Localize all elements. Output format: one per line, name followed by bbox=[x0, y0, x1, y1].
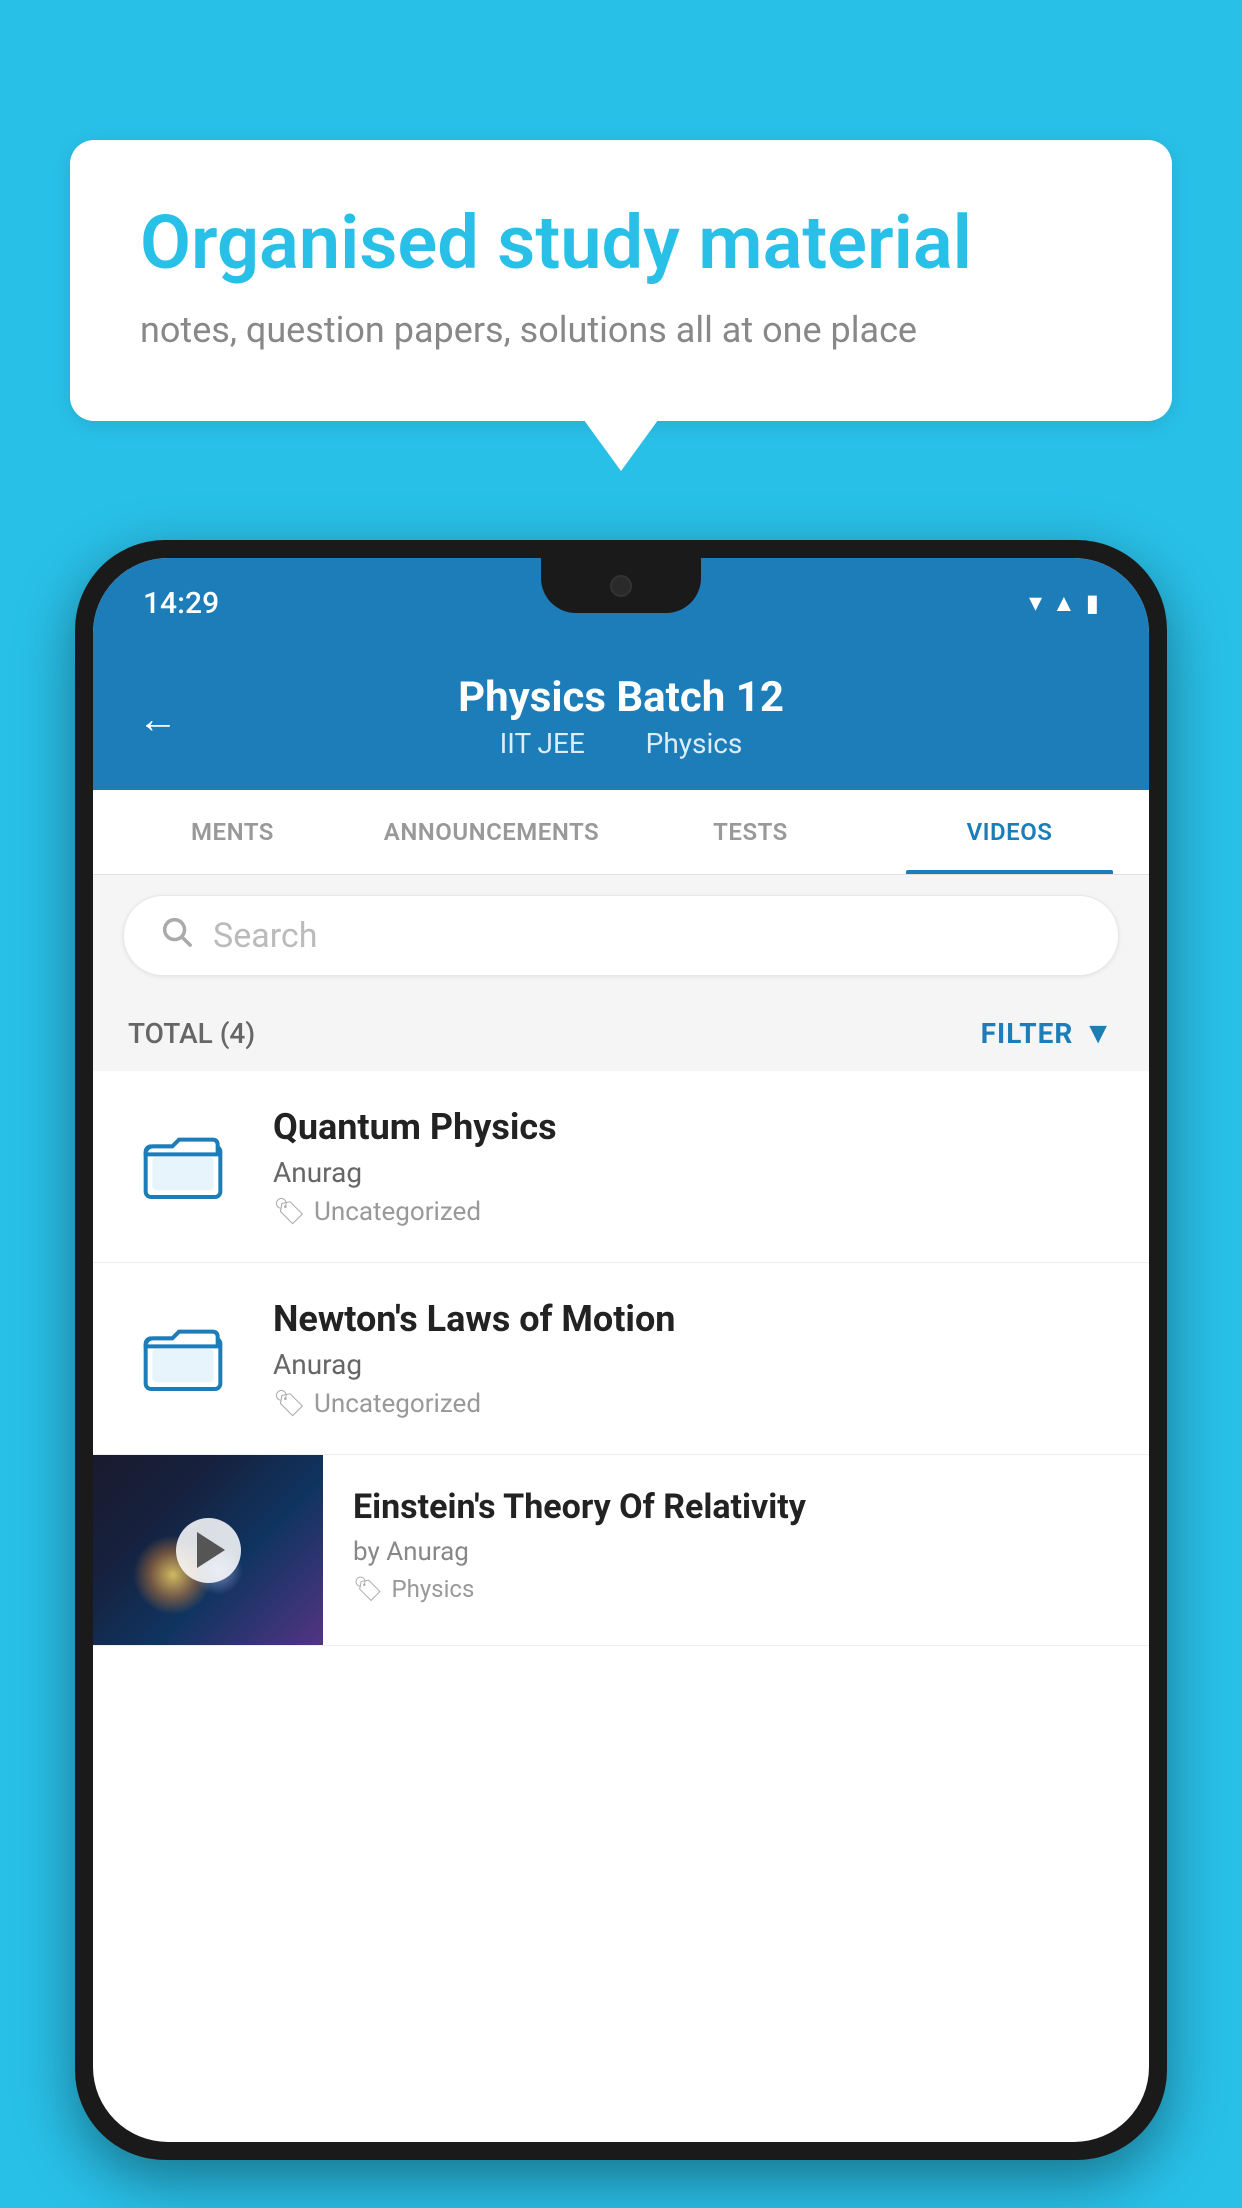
video-title: Einstein's Theory Of Relativity bbox=[353, 1485, 1119, 1529]
phone-inner: 14:29 ▾ ▲ ▮ ← Physics Batch 12 IIT JEE P… bbox=[93, 558, 1149, 2142]
header-category: IIT JEE bbox=[500, 727, 585, 760]
video-author: Anurag bbox=[273, 1348, 1114, 1381]
header-subtitle: IIT JEE Physics bbox=[138, 727, 1104, 760]
bubble-title: Organised study material bbox=[140, 200, 1102, 289]
play-button[interactable] bbox=[176, 1518, 241, 1583]
play-icon bbox=[197, 1532, 225, 1568]
search-input[interactable]: Search bbox=[213, 916, 317, 956]
header-subject: Physics bbox=[646, 727, 743, 760]
notch bbox=[541, 558, 701, 613]
video-thumbnail bbox=[93, 1455, 323, 1645]
video-list: Quantum Physics Anurag 🏷 Uncategorized bbox=[93, 1071, 1149, 1646]
list-item[interactable]: Einstein's Theory Of Relativity by Anura… bbox=[93, 1455, 1149, 1646]
phone-wrapper: 14:29 ▾ ▲ ▮ ← Physics Batch 12 IIT JEE P… bbox=[75, 540, 1167, 2208]
app-header: ← Physics Batch 12 IIT JEE Physics bbox=[93, 648, 1149, 790]
wifi-icon: ▾ bbox=[1029, 588, 1042, 618]
folder-icon-container bbox=[128, 1304, 238, 1414]
video-info: Newton's Laws of Motion Anurag 🏷 Uncateg… bbox=[273, 1298, 1114, 1419]
bubble-subtitle: notes, question papers, solutions all at… bbox=[140, 309, 1102, 351]
list-item[interactable]: Quantum Physics Anurag 🏷 Uncategorized bbox=[93, 1071, 1149, 1263]
phone-outer: 14:29 ▾ ▲ ▮ ← Physics Batch 12 IIT JEE P… bbox=[75, 540, 1167, 2160]
tab-videos[interactable]: VIDEOS bbox=[880, 790, 1139, 874]
tab-tests[interactable]: TESTS bbox=[621, 790, 880, 874]
tab-ments[interactable]: MENTS bbox=[103, 790, 362, 874]
video-tag: 🏷 Uncategorized bbox=[273, 1197, 1114, 1227]
video-title: Newton's Laws of Motion bbox=[273, 1298, 1114, 1340]
header-title: Physics Batch 12 bbox=[138, 673, 1104, 722]
status-bar: 14:29 ▾ ▲ ▮ bbox=[93, 558, 1149, 648]
tag-icon: 🏷 bbox=[273, 1389, 306, 1419]
battery-icon: ▮ bbox=[1086, 589, 1099, 617]
video-info: Quantum Physics Anurag 🏷 Uncategorized bbox=[273, 1106, 1114, 1227]
camera bbox=[610, 575, 632, 597]
folder-icon bbox=[143, 1127, 223, 1207]
folder-icon bbox=[143, 1319, 223, 1399]
total-count: TOTAL (4) bbox=[128, 1017, 255, 1050]
filter-bar: TOTAL (4) FILTER ▼ bbox=[93, 996, 1149, 1071]
folder-icon-container bbox=[128, 1112, 238, 1222]
tab-announcements[interactable]: ANNOUNCEMENTS bbox=[362, 790, 621, 874]
video-author: by Anurag bbox=[353, 1537, 1119, 1567]
header-separator bbox=[612, 727, 626, 760]
video-title: Quantum Physics bbox=[273, 1106, 1114, 1148]
signal-icon: ▲ bbox=[1052, 589, 1076, 618]
video-tag: 🏷 Physics bbox=[353, 1575, 1119, 1603]
search-bar[interactable]: Search bbox=[123, 895, 1119, 976]
tag-icon: 🏷 bbox=[353, 1575, 383, 1603]
search-icon bbox=[159, 914, 193, 957]
video-tag: 🏷 Uncategorized bbox=[273, 1389, 1114, 1419]
filter-icon: ▼ bbox=[1083, 1016, 1114, 1051]
status-icons: ▾ ▲ ▮ bbox=[1029, 588, 1099, 618]
status-time: 14:29 bbox=[143, 586, 219, 621]
back-button[interactable]: ← bbox=[138, 696, 178, 743]
tag-icon: 🏷 bbox=[273, 1197, 306, 1227]
video-info: Einstein's Theory Of Relativity by Anura… bbox=[323, 1455, 1149, 1633]
list-item[interactable]: Newton's Laws of Motion Anurag 🏷 Uncateg… bbox=[93, 1263, 1149, 1455]
video-author: Anurag bbox=[273, 1156, 1114, 1189]
search-container: Search bbox=[93, 875, 1149, 996]
filter-button[interactable]: FILTER ▼ bbox=[981, 1016, 1114, 1051]
speech-bubble: Organised study material notes, question… bbox=[70, 140, 1172, 421]
tab-bar: MENTS ANNOUNCEMENTS TESTS VIDEOS bbox=[93, 790, 1149, 875]
